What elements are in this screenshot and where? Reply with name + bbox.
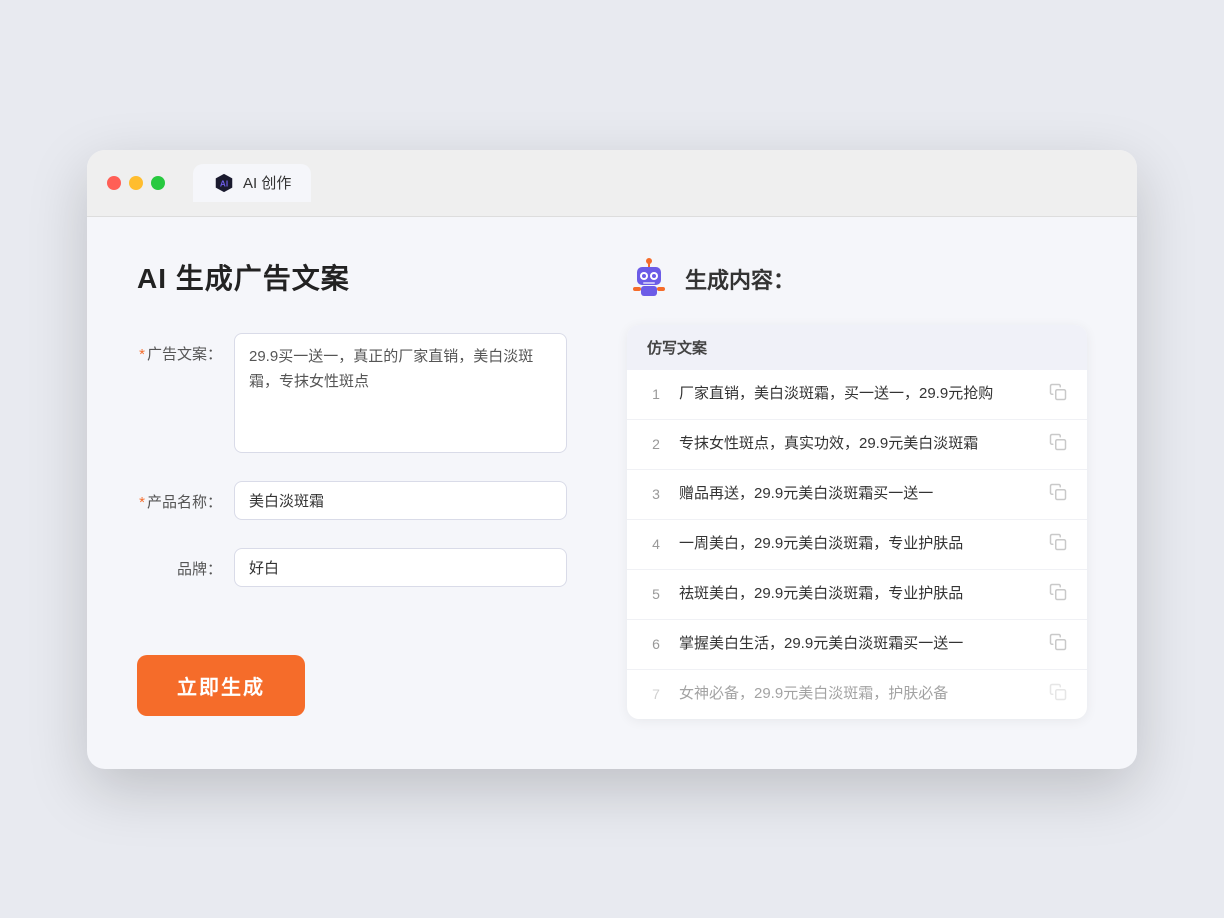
minimize-button[interactable]	[129, 176, 143, 190]
row-number: 2	[647, 436, 665, 452]
browser-content: AI 生成广告文案 *广告文案： 29.9买一送一，真正的厂家直销，美白淡斑霜，…	[87, 217, 1137, 769]
copy-icon[interactable]	[1049, 583, 1067, 606]
brand-label: 品牌：	[137, 548, 222, 579]
copy-icon[interactable]	[1049, 483, 1067, 506]
results-list: 1 厂家直销，美白淡斑霜，买一送一，29.9元抢购 2 专抹女性斑点，真实功效，29.…	[627, 370, 1087, 719]
maximize-button[interactable]	[151, 176, 165, 190]
ad-copy-label: *广告文案：	[137, 333, 222, 364]
row-number: 4	[647, 536, 665, 552]
row-text: 厂家直销，美白淡斑霜，买一送一，29.9元抢购	[679, 383, 1035, 406]
copy-icon[interactable]	[1049, 683, 1067, 706]
required-star-2: *	[139, 494, 145, 511]
table-row: 1 厂家直销，美白淡斑霜，买一送一，29.9元抢购	[627, 370, 1087, 420]
table-row: 7 女神必备，29.9元美白淡斑霜，护肤必备	[627, 670, 1087, 719]
generate-button[interactable]: 立即生成	[137, 655, 305, 716]
right-header: 生成内容：	[627, 257, 1087, 301]
brand-input[interactable]: 好白	[234, 548, 567, 587]
row-number: 7	[647, 686, 665, 702]
titlebar: AI AI 创作	[87, 150, 1137, 217]
browser-window: AI AI 创作 AI 生成广告文案 *广告文案： 29.9买一送一，真正的厂家…	[87, 150, 1137, 769]
svg-text:AI: AI	[220, 179, 228, 188]
robot-icon	[627, 257, 671, 301]
right-panel: 生成内容： 仿写文案 1 厂家直销，美白淡斑霜，买一送一，29.9元抢购 2 专抹女性…	[627, 257, 1087, 719]
right-title: 生成内容：	[685, 263, 795, 295]
row-text: 赠品再送，29.9元美白淡斑霜买一送一	[679, 483, 1035, 506]
table-row: 6 掌握美白生活，29.9元美白淡斑霜买一送一	[627, 620, 1087, 670]
ai-tab[interactable]: AI AI 创作	[193, 164, 311, 202]
row-text: 掌握美白生活，29.9元美白淡斑霜买一送一	[679, 633, 1035, 656]
row-number: 6	[647, 636, 665, 652]
product-name-group: *产品名称： 美白淡斑霜	[137, 481, 567, 520]
table-row: 3 赠品再送，29.9元美白淡斑霜买一送一	[627, 470, 1087, 520]
table-row: 4 一周美白，29.9元美白淡斑霜，专业护肤品	[627, 520, 1087, 570]
product-name-input[interactable]: 美白淡斑霜	[234, 481, 567, 520]
left-panel: AI 生成广告文案 *广告文案： 29.9买一送一，真正的厂家直销，美白淡斑霜，…	[137, 257, 567, 719]
brand-group: 品牌： 好白	[137, 548, 567, 587]
ad-copy-group: *广告文案： 29.9买一送一，真正的厂家直销，美白淡斑霜，专抹女性斑点	[137, 333, 567, 453]
traffic-lights	[107, 176, 165, 190]
row-number: 5	[647, 586, 665, 602]
copy-icon[interactable]	[1049, 383, 1067, 406]
copy-icon[interactable]	[1049, 433, 1067, 456]
copy-icon[interactable]	[1049, 633, 1067, 656]
row-text: 一周美白，29.9元美白淡斑霜，专业护肤品	[679, 533, 1035, 556]
row-text: 祛斑美白，29.9元美白淡斑霜，专业护肤品	[679, 583, 1035, 606]
row-text: 女神必备，29.9元美白淡斑霜，护肤必备	[679, 683, 1035, 706]
ad-copy-input[interactable]: 29.9买一送一，真正的厂家直销，美白淡斑霜，专抹女性斑点	[234, 333, 567, 453]
row-number: 1	[647, 386, 665, 402]
required-star-1: *	[139, 346, 145, 363]
row-text: 专抹女性斑点，真实功效，29.9元美白淡斑霜	[679, 433, 1035, 456]
copy-icon[interactable]	[1049, 533, 1067, 556]
row-number: 3	[647, 486, 665, 502]
product-name-label: *产品名称：	[137, 481, 222, 512]
result-table: 仿写文案 1 厂家直销，美白淡斑霜，买一送一，29.9元抢购 2 专抹女性斑点，真实功…	[627, 325, 1087, 719]
tab-label: AI 创作	[243, 172, 291, 193]
close-button[interactable]	[107, 176, 121, 190]
page-title: AI 生成广告文案	[137, 257, 567, 297]
ai-icon: AI	[213, 172, 235, 194]
table-row: 5 祛斑美白，29.9元美白淡斑霜，专业护肤品	[627, 570, 1087, 620]
table-row: 2 专抹女性斑点，真实功效，29.9元美白淡斑霜	[627, 420, 1087, 470]
table-header: 仿写文案	[627, 325, 1087, 370]
